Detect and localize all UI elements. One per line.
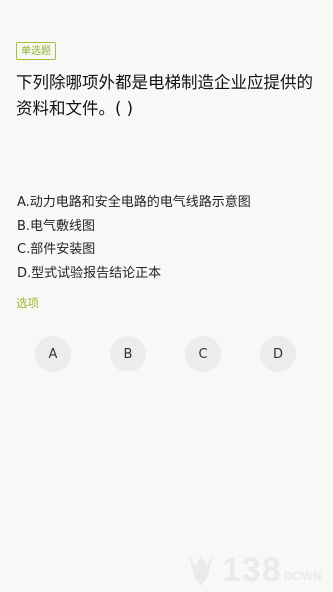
- watermark-number: 138: [222, 550, 282, 589]
- question-text: 下列除哪项外都是电梯制造企业应提供的资料和文件。( ): [16, 73, 313, 118]
- choice-d-button[interactable]: D: [260, 336, 296, 372]
- choice-b-button[interactable]: B: [110, 336, 146, 372]
- answer-choices: A B C D: [35, 336, 305, 372]
- option-a: A.动力电路和安全电路的电气线路示意图: [17, 195, 251, 210]
- option-b: B.电气敷线图: [17, 218, 96, 234]
- option-d: D.型式试验报告结论正本: [17, 265, 162, 281]
- options-list: A.动力电路和安全电路的电气线路示意图 B.电气敷线图 C.部件安装图 D.型式…: [17, 191, 317, 285]
- option-c: C.部件安装图: [17, 242, 96, 257]
- logo-icon: [189, 554, 213, 586]
- question-type-badge: 单选题: [16, 42, 56, 60]
- site-watermark: 138 DOWN: [186, 550, 333, 590]
- choices-label: 选项: [16, 296, 39, 310]
- choice-c-button[interactable]: C: [185, 336, 221, 372]
- choice-a-button[interactable]: A: [35, 336, 71, 372]
- watermark-word: DOWN: [283, 569, 322, 583]
